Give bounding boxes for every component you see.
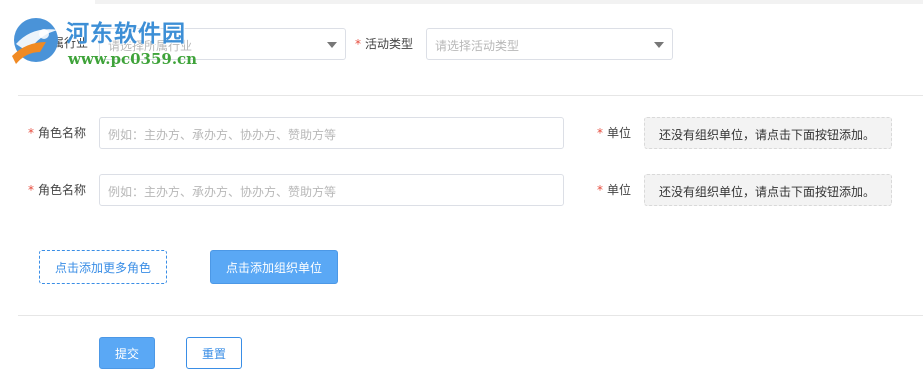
unit-label: * 单位	[597, 124, 631, 141]
required-mark: *	[30, 35, 36, 50]
required-mark: *	[28, 182, 34, 197]
role-name-label: * 角色名称	[28, 124, 86, 141]
role-name-label: * 角色名称	[28, 181, 86, 198]
reset-button[interactable]: 重置	[186, 337, 242, 369]
unit-empty-box: 还没有组织单位，请点击下面按钮添加。	[644, 117, 892, 149]
chevron-down-icon	[654, 42, 664, 48]
divider	[18, 315, 923, 316]
unit-empty-text: 还没有组织单位，请点击下面按钮添加。	[659, 128, 876, 142]
industry-select-placeholder: 请选择所属行业	[108, 39, 193, 53]
submit-button[interactable]: 提交	[99, 337, 155, 369]
unit-empty-box: 还没有组织单位，请点击下面按钮添加。	[644, 174, 892, 206]
role-name-placeholder: 例如：主办方、承办方、协办方、赞助方等	[108, 185, 337, 199]
role-name-label-text: 角色名称	[38, 126, 87, 140]
add-role-button[interactable]: 点击添加更多角色	[39, 250, 167, 284]
unit-empty-text: 还没有组织单位，请点击下面按钮添加。	[659, 185, 876, 199]
divider	[18, 95, 923, 96]
role-name-placeholder: 例如：主办方、承办方、协办方、赞助方等	[108, 128, 337, 142]
unit-label-text: 单位	[607, 126, 632, 140]
activity-type-select[interactable]: 请选择活动类型	[426, 28, 673, 60]
activity-type-label-text: 活动类型	[365, 37, 414, 51]
industry-label-text: 所属行业	[40, 36, 89, 50]
required-mark: *	[597, 182, 603, 197]
unit-label-text: 单位	[607, 183, 632, 197]
chevron-down-icon	[327, 42, 337, 48]
industry-select[interactable]: 请选择所属行业	[99, 28, 346, 60]
required-mark: *	[355, 36, 361, 51]
role-name-label-text: 角色名称	[38, 183, 87, 197]
industry-label: * 所属行业	[30, 34, 88, 51]
role-name-input[interactable]: 例如：主办方、承办方、协办方、赞助方等	[99, 117, 564, 149]
add-unit-button[interactable]: 点击添加组织单位	[210, 250, 338, 284]
top-strip	[95, 0, 923, 4]
activity-type-select-placeholder: 请选择活动类型	[435, 39, 520, 53]
activity-type-label: * 活动类型	[355, 35, 413, 52]
unit-label: * 单位	[597, 181, 631, 198]
role-name-input[interactable]: 例如：主办方、承办方、协办方、赞助方等	[99, 174, 564, 206]
required-mark: *	[597, 125, 603, 140]
required-mark: *	[28, 125, 34, 140]
